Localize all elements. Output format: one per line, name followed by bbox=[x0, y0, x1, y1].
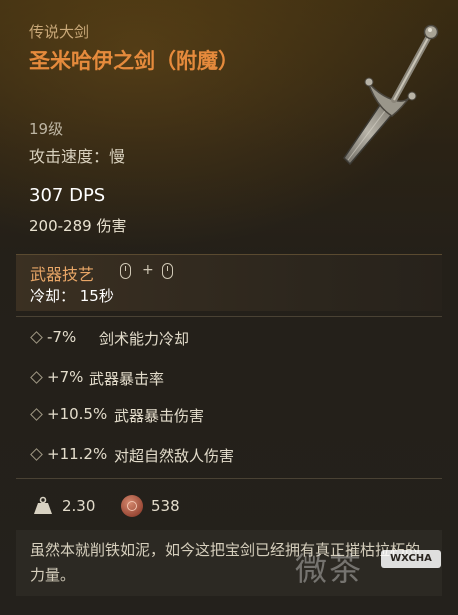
mouse-right-icon bbox=[162, 263, 173, 279]
divider bbox=[16, 478, 442, 479]
weapon-skill-title: 武器技艺 bbox=[30, 265, 95, 284]
diamond-bullet-icon bbox=[30, 371, 43, 384]
item-stats: 2.30 538 bbox=[29, 494, 429, 520]
diamond-bullet-icon bbox=[30, 331, 43, 344]
item-tooltip: 传说大剑 圣米哈伊之剑（附魔） 19级 攻击速度：慢 307 DPS 200-2… bbox=[0, 0, 458, 615]
perk-desc: 武器暴击率 bbox=[89, 370, 165, 388]
weight-value: 2.30 bbox=[62, 497, 96, 515]
item-header: 传说大剑 圣米哈伊之剑（附魔） 19级 攻击速度：慢 307 DPS 200-2… bbox=[0, 0, 458, 250]
dps-value: 307 DPS bbox=[29, 185, 106, 206]
watermark-badge: WXCHA bbox=[381, 550, 441, 568]
damage-range: 200-289 伤害 bbox=[29, 217, 127, 235]
perk-desc: 武器暴击伤害 bbox=[114, 407, 205, 425]
diamond-bullet-icon bbox=[30, 408, 43, 421]
sell-value: 538 bbox=[151, 497, 180, 515]
gear-score-icon bbox=[121, 495, 143, 517]
mouse-plus-label: + bbox=[142, 262, 154, 278]
perk-desc: 对超自然敌人伤害 bbox=[114, 447, 235, 465]
item-type-label: 传说大剑 bbox=[29, 23, 90, 41]
perk-desc: 剑术能力冷却 bbox=[99, 330, 190, 348]
divider bbox=[16, 316, 442, 317]
watermark-chars: 微茶 bbox=[295, 550, 364, 588]
mouse-left-icon bbox=[120, 263, 131, 279]
cooldown-label: 冷却： 15秒 bbox=[30, 287, 114, 305]
perk-value: +7% bbox=[47, 368, 84, 386]
item-level: 19级 bbox=[29, 120, 64, 138]
diamond-bullet-icon bbox=[30, 448, 43, 461]
perk-value: +10.5% bbox=[47, 405, 108, 423]
watermark: 微茶 WXCHA bbox=[295, 540, 458, 600]
perk-value: -7% bbox=[47, 328, 77, 346]
sword-icon bbox=[343, 24, 439, 166]
weapon-skill-box: 武器技艺 + 冷却： 15秒 bbox=[16, 254, 442, 311]
attack-speed: 攻击速度：慢 bbox=[29, 147, 126, 166]
weight-icon bbox=[34, 496, 52, 514]
perk-value: +11.2% bbox=[47, 445, 108, 463]
item-name: 圣米哈伊之剑（附魔） bbox=[29, 49, 239, 73]
